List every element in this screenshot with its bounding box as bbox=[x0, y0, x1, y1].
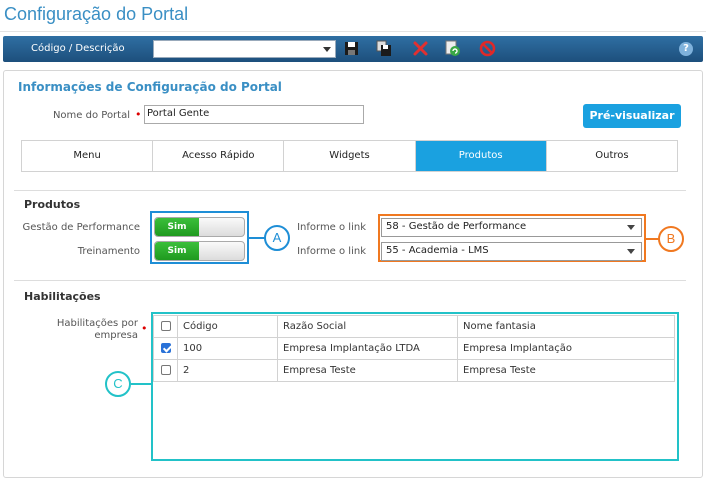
row-check-cell bbox=[153, 359, 178, 382]
select-all-cell bbox=[153, 315, 178, 338]
toggle-on-label: Sim bbox=[155, 218, 199, 236]
section-title: Informações de Configuração do Portal bbox=[18, 80, 282, 94]
link-label-gestao: Informe o link bbox=[297, 222, 366, 233]
link-gestao-select[interactable]: 58 - Gestão de Performance bbox=[381, 218, 642, 237]
required-marker: • bbox=[135, 108, 142, 121]
divider bbox=[14, 280, 686, 281]
gestao-performance-label: Gestão de Performance bbox=[22, 222, 140, 233]
row-fantasia: Empresa Implantação bbox=[457, 337, 675, 360]
tab-acesso-rapido[interactable]: Acesso Rápido bbox=[153, 141, 285, 171]
row-razao: Empresa Teste bbox=[277, 359, 458, 382]
row-codigo: 100 bbox=[177, 337, 278, 360]
callout-b: B bbox=[658, 226, 684, 252]
col-razao-social[interactable]: Razão Social bbox=[277, 315, 458, 338]
callout-a: A bbox=[264, 225, 290, 251]
required-marker: • bbox=[141, 322, 148, 335]
divider bbox=[14, 190, 686, 191]
nome-portal-input[interactable]: Portal Gente bbox=[144, 105, 364, 124]
refresh-icon[interactable] bbox=[444, 40, 461, 57]
chevron-down-icon bbox=[627, 249, 635, 254]
callout-c-connector bbox=[131, 383, 152, 385]
grid-header: Código Razão Social Nome fantasia bbox=[153, 315, 675, 338]
tab-bar: Menu Acesso Rápido Widgets Produtos Outr… bbox=[21, 140, 678, 172]
chevron-down-icon bbox=[323, 47, 331, 52]
table-row[interactable]: 100 Empresa Implantação LTDA Empresa Imp… bbox=[153, 337, 675, 360]
codigo-descricao-select[interactable] bbox=[153, 40, 336, 58]
row-checkbox[interactable] bbox=[160, 365, 171, 375]
treinamento-toggle[interactable]: Sim bbox=[154, 241, 245, 261]
cancel-icon[interactable] bbox=[479, 40, 496, 57]
title-divider bbox=[0, 31, 706, 32]
save-copy-icon[interactable] bbox=[375, 40, 392, 57]
help-icon[interactable]: ? bbox=[679, 42, 693, 56]
page-title: Configuração do Portal bbox=[4, 4, 189, 24]
habilitacoes-label-line1: Habilitações por bbox=[56, 318, 138, 329]
nome-portal-label: Nome do Portal bbox=[52, 110, 130, 121]
tab-menu[interactable]: Menu bbox=[22, 141, 154, 171]
chevron-down-icon bbox=[627, 225, 635, 230]
habilitacoes-title: Habilitações bbox=[24, 290, 101, 303]
habilitacoes-label-line2: empresa bbox=[94, 330, 138, 341]
treinamento-label: Treinamento bbox=[77, 246, 140, 257]
empresas-grid: Código Razão Social Nome fantasia 100 Em… bbox=[153, 315, 675, 382]
link-gestao-value: 58 - Gestão de Performance bbox=[386, 221, 527, 232]
toggle-on-label: Sim bbox=[155, 242, 199, 260]
delete-icon[interactable] bbox=[412, 40, 429, 57]
tab-widgets[interactable]: Widgets bbox=[284, 141, 416, 171]
col-nome-fantasia[interactable]: Nome fantasia bbox=[457, 315, 675, 338]
produtos-title: Produtos bbox=[24, 198, 81, 211]
tab-produtos[interactable]: Produtos bbox=[415, 141, 547, 171]
table-row[interactable]: 2 Empresa Teste Empresa Teste bbox=[153, 359, 675, 382]
link-label-treinamento: Informe o link bbox=[297, 246, 366, 257]
toolbar: Código / Descrição ? bbox=[3, 36, 703, 62]
callout-a-connector bbox=[249, 237, 265, 239]
col-codigo[interactable]: Código bbox=[177, 315, 278, 338]
row-razao: Empresa Implantação LTDA bbox=[277, 337, 458, 360]
row-fantasia: Empresa Teste bbox=[457, 359, 675, 382]
preview-button[interactable]: Pré-visualizar bbox=[583, 104, 681, 128]
gestao-performance-toggle[interactable]: Sim bbox=[154, 217, 245, 237]
row-check-cell bbox=[153, 337, 178, 360]
select-all-checkbox[interactable] bbox=[160, 321, 171, 331]
row-codigo: 2 bbox=[177, 359, 278, 382]
link-treinamento-value: 55 - Academia - LMS bbox=[386, 245, 489, 256]
toolbar-label: Código / Descrição bbox=[31, 43, 125, 54]
link-treinamento-select[interactable]: 55 - Academia - LMS bbox=[381, 242, 642, 261]
callout-c: C bbox=[105, 371, 131, 397]
save-icon[interactable] bbox=[343, 40, 360, 57]
row-checkbox[interactable] bbox=[160, 343, 171, 353]
tab-outros[interactable]: Outros bbox=[546, 141, 678, 171]
